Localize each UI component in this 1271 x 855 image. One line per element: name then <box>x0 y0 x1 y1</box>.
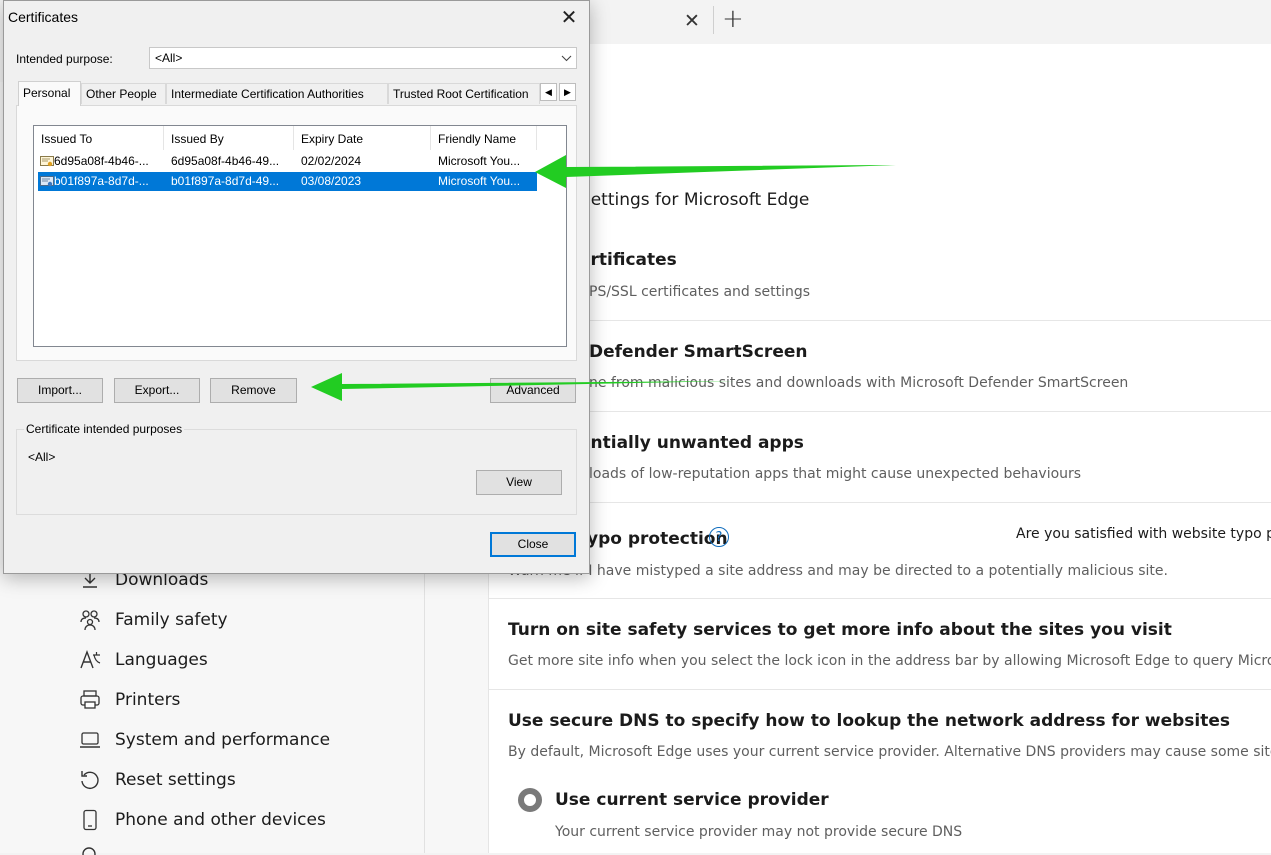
annotation-arrows <box>311 155 896 401</box>
arrow-to-remove-button <box>311 373 736 401</box>
tab-personal[interactable]: Personal <box>18 81 81 106</box>
arrow-to-certificate <box>535 155 896 188</box>
